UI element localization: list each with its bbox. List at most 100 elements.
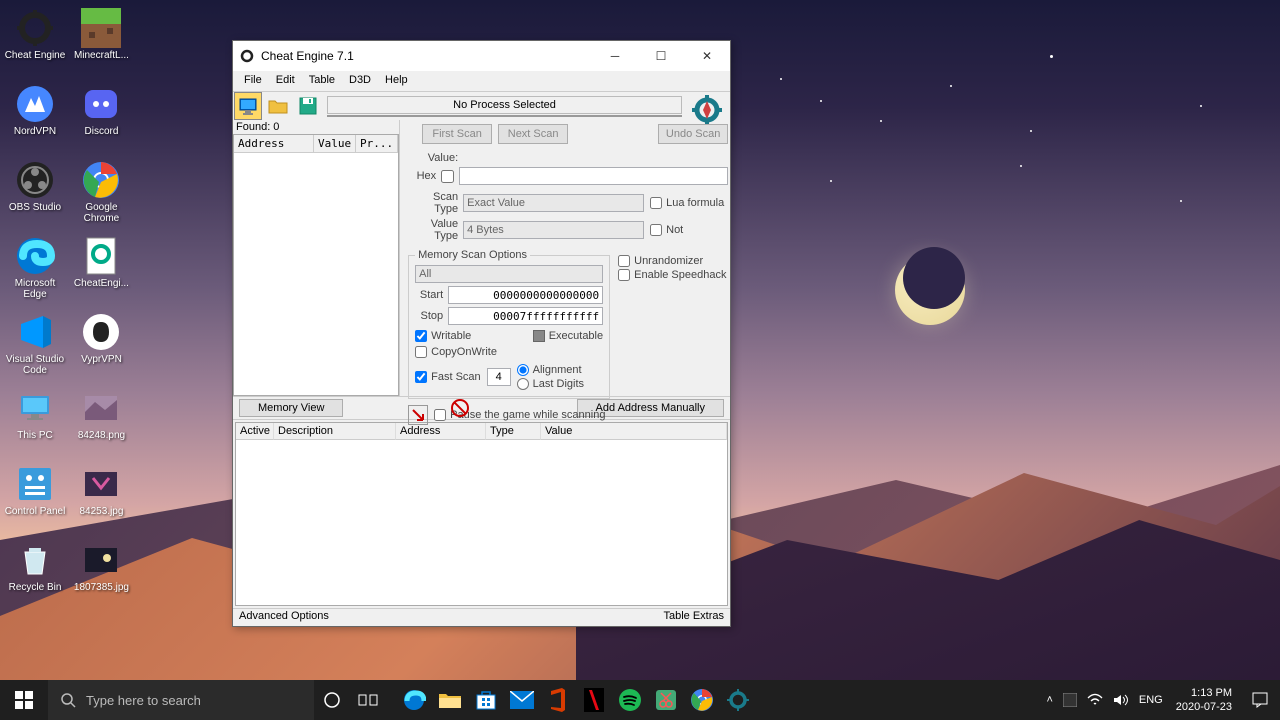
cheat-engine-window: Cheat Engine 7.1 ─ ☐ ✕ File Edit Table D… [232, 40, 731, 627]
tray-lang[interactable]: ENG [1134, 694, 1168, 706]
taskbar-edge[interactable] [396, 680, 432, 720]
desktop-icons: Cheat Engine MinecraftL... NordVPN Disco… [4, 2, 144, 610]
arrow-icon[interactable] [408, 405, 428, 425]
desktop-icon-discord[interactable]: Discord [70, 80, 132, 152]
desktop-icon-cheat-engine[interactable]: Cheat Engine [4, 4, 66, 76]
progress-bar [327, 115, 682, 117]
region-select[interactable]: All [415, 265, 603, 283]
desktop-icon-obs[interactable]: OBS Studio [4, 156, 66, 228]
next-scan-button[interactable]: Next Scan [498, 124, 568, 144]
menu-bar: File Edit Table D3D Help [233, 71, 730, 91]
desktop-icon-cheatengine-file[interactable]: CheatEngi... [70, 232, 132, 304]
value-input[interactable] [459, 167, 728, 185]
taskbar-clock[interactable]: 1:13 PM 2020-07-23 [1168, 686, 1240, 715]
fastscan-checkbox[interactable] [415, 371, 427, 383]
close-button[interactable]: ✕ [684, 41, 730, 71]
taskbar-snip[interactable] [648, 680, 684, 720]
notifications-button[interactable] [1240, 680, 1280, 720]
desktop-icon-minecraft[interactable]: MinecraftL... [70, 4, 132, 76]
window-title: Cheat Engine 7.1 [261, 49, 592, 63]
desktop-icon-nordvpn[interactable]: NordVPN [4, 80, 66, 152]
col-desc[interactable]: Description [274, 423, 396, 440]
memory-view-button[interactable]: Memory View [239, 399, 343, 417]
menu-file[interactable]: File [237, 71, 269, 91]
lua-checkbox[interactable] [650, 197, 662, 209]
desktop-icon-chrome[interactable]: Google Chrome [70, 156, 132, 228]
menu-d3d[interactable]: D3D [342, 71, 378, 91]
taskbar-chrome[interactable] [684, 680, 720, 720]
save-button[interactable] [294, 92, 322, 120]
open-button[interactable] [264, 92, 292, 120]
col-value[interactable]: Value [314, 135, 356, 153]
found-label: Found: 0 [233, 120, 399, 134]
status-bar: Advanced Options Table Extras [233, 608, 730, 626]
lastdigits-radio[interactable] [517, 378, 529, 390]
table-extras-link[interactable]: Table Extras [663, 610, 724, 625]
desktop-icon-vyprvpn[interactable]: VyprVPN [70, 308, 132, 380]
task-view-button[interactable] [350, 680, 386, 720]
select-process-button[interactable] [234, 92, 262, 120]
maximize-button[interactable]: ☐ [638, 41, 684, 71]
col-prev[interactable]: Pr... [356, 135, 398, 153]
unrandomizer-checkbox[interactable] [618, 255, 630, 267]
desktop-icon-vscode[interactable]: Visual Studio Code [4, 308, 66, 380]
taskbar-cheatengine[interactable] [720, 680, 756, 720]
pause-checkbox[interactable] [434, 409, 446, 421]
col-addr[interactable]: Address [396, 423, 486, 440]
taskbar-spotify[interactable] [612, 680, 648, 720]
taskbar-store[interactable] [468, 680, 504, 720]
taskbar-mail[interactable] [504, 680, 540, 720]
start-input[interactable] [448, 286, 603, 304]
first-scan-button[interactable]: First Scan [422, 124, 492, 144]
pinned-apps [396, 680, 756, 720]
desktop-icon-recycle-bin[interactable]: Recycle Bin [4, 536, 66, 608]
alignment-radio[interactable] [517, 364, 529, 376]
taskbar-search[interactable]: Type here to search [48, 680, 314, 720]
cortana-button[interactable] [314, 680, 350, 720]
taskbar-office[interactable] [540, 680, 576, 720]
scan-type-select[interactable]: Exact Value [463, 194, 644, 212]
col-val[interactable]: Value [541, 423, 727, 440]
cow-checkbox[interactable] [415, 346, 427, 358]
search-icon [60, 692, 76, 708]
tray-app-icon[interactable] [1058, 693, 1082, 707]
taskbar-explorer[interactable] [432, 680, 468, 720]
writable-checkbox[interactable] [415, 330, 427, 342]
hex-checkbox[interactable] [441, 170, 454, 183]
desktop-icon-edge[interactable]: Microsoft Edge [4, 232, 66, 304]
system-tray: ˄ ENG 1:13 PM 2020-07-23 [1041, 680, 1280, 720]
desktop-icon-control-panel[interactable]: Control Panel [4, 460, 66, 532]
desktop-icon-this-pc[interactable]: This PC [4, 384, 66, 456]
tray-chevron[interactable]: ˄ [1041, 694, 1057, 706]
col-type[interactable]: Type [486, 423, 541, 440]
col-address[interactable]: Address [234, 135, 314, 153]
stop-input[interactable] [448, 307, 603, 325]
results-panel: Found: 0 Address Value Pr... [233, 120, 400, 396]
desktop-icon-image-2[interactable]: 84253.jpg [70, 460, 132, 532]
menu-edit[interactable]: Edit [269, 71, 302, 91]
menu-help[interactable]: Help [378, 71, 415, 91]
address-list[interactable]: Address Value Pr... [233, 134, 399, 396]
cheat-table[interactable]: Active Description Address Type Value [235, 422, 728, 606]
tray-volume-icon[interactable] [1108, 693, 1134, 707]
advanced-options-link[interactable]: Advanced Options [239, 610, 329, 625]
no-entry-icon[interactable] [451, 399, 469, 417]
undo-scan-button[interactable]: Undo Scan [658, 124, 728, 144]
taskbar: Type here to search ˄ ENG 1:13 PM 2020-0… [0, 680, 1280, 720]
fastscan-value[interactable] [487, 368, 511, 386]
scan-panel: First Scan Next Scan Undo Scan Value: He… [400, 120, 783, 396]
col-active[interactable]: Active [236, 423, 274, 440]
moon-icon [895, 255, 965, 325]
minimize-button[interactable]: ─ [592, 41, 638, 71]
taskbar-netflix[interactable] [576, 680, 612, 720]
executable-checkbox[interactable] [533, 330, 545, 342]
value-type-select[interactable]: 4 Bytes [463, 221, 644, 239]
start-button[interactable] [0, 680, 48, 720]
tray-wifi-icon[interactable] [1082, 693, 1108, 707]
not-checkbox[interactable] [650, 224, 662, 236]
desktop-icon-image-3[interactable]: 1807385.jpg [70, 536, 132, 608]
titlebar[interactable]: Cheat Engine 7.1 ─ ☐ ✕ [233, 41, 730, 71]
menu-table[interactable]: Table [302, 71, 342, 91]
desktop-icon-image-1[interactable]: 84248.png [70, 384, 132, 456]
speedhack-checkbox[interactable] [618, 269, 630, 281]
